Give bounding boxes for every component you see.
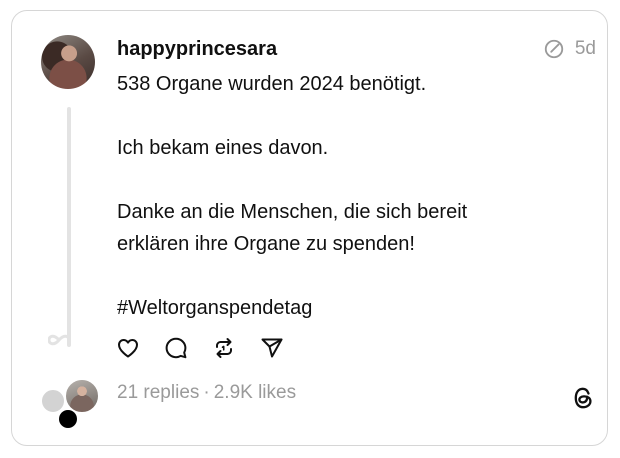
edited-icon [544,39,564,59]
post-text-line: erklären ihre Organe zu spenden! [117,233,415,255]
hashtag-link[interactable]: #Weltorganspendetag [117,292,547,324]
repost-icon [216,338,232,358]
post-text-line: Danke an die Menschen, die sich bereit [117,201,468,223]
post-stats: 21 replies · 2.9K likes [117,382,296,404]
like-button[interactable] [116,336,140,360]
thread-loop-icon [48,334,70,346]
replies-count[interactable]: 21 replies [117,382,199,403]
author-username[interactable]: happyprincesara [117,38,277,61]
post-text: 538 Organe wurden 2024 benötigt. Ich bek… [117,68,547,324]
threads-logo-icon[interactable] [568,383,598,413]
comment-icon [165,337,187,359]
heart-icon [118,339,138,358]
author-avatar[interactable] [41,35,95,89]
comment-button[interactable] [164,336,188,360]
post-meta: 5d [543,38,596,60]
replier-avatar [40,388,66,414]
replier-avatars [40,378,100,428]
repost-button[interactable] [212,336,236,360]
action-bar [116,336,284,360]
post-text-line: 538 Organe wurden 2024 benötigt. [117,73,427,95]
post-text-line: Ich bekam eines davon. [117,137,329,159]
post-text-blank [117,164,547,196]
post-text-blank [117,100,547,132]
thread-line [67,107,71,347]
post-time: 5d [574,38,596,59]
likes-count[interactable]: 2.9K likes [214,382,296,403]
share-icon [261,338,283,358]
replier-avatar [64,378,100,414]
stats-separator: · [203,382,210,403]
share-button[interactable] [260,336,284,360]
replier-avatar [59,410,77,428]
post-text-blank [117,260,547,292]
